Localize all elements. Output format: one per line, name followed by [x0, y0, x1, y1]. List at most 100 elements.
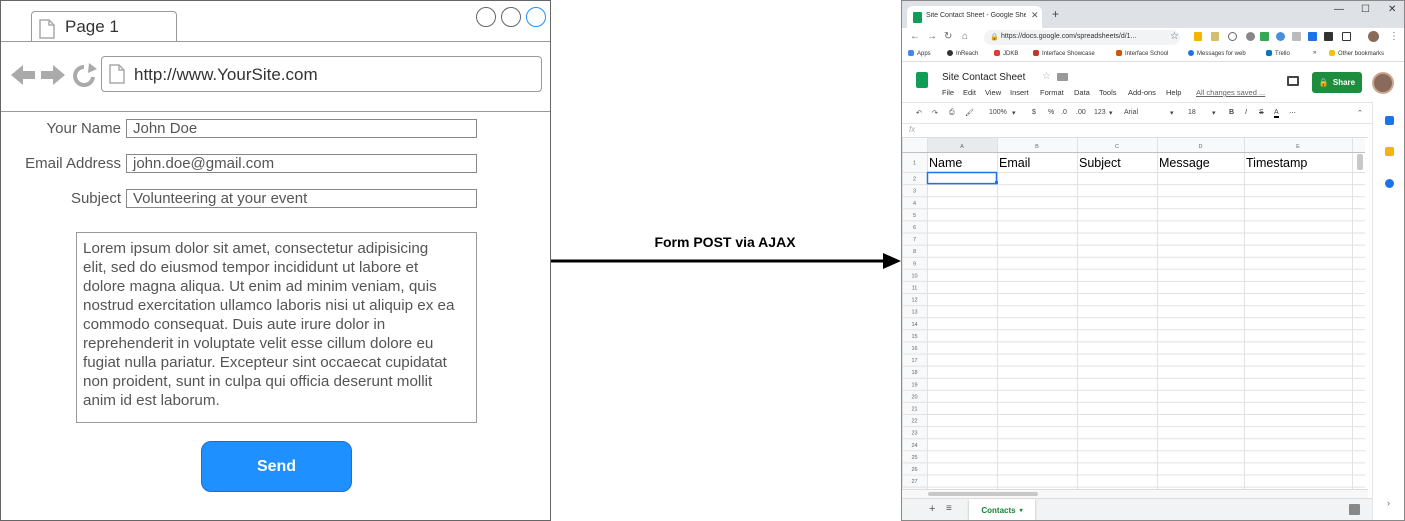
- star-icon[interactable]: ☆: [1170, 31, 1179, 42]
- header-cell[interactable]: Subject: [1079, 156, 1121, 170]
- more-formats-button[interactable]: 123: [1094, 109, 1106, 116]
- sheets-logo-icon[interactable]: [916, 72, 928, 88]
- bookmark-trello[interactable]: Trello: [1266, 50, 1290, 57]
- increase-decimal-button[interactable]: .00: [1076, 109, 1086, 116]
- bookmark-messages[interactable]: Messages for web: [1188, 50, 1246, 57]
- menu-view[interactable]: View: [985, 88, 1001, 97]
- undo-icon[interactable]: ↶: [916, 109, 922, 117]
- extension-icon[interactable]: [1308, 32, 1317, 41]
- menu-file[interactable]: File: [942, 88, 954, 97]
- bookmark-other[interactable]: Other bookmarks: [1329, 50, 1384, 57]
- font-select[interactable]: Arial: [1124, 109, 1138, 116]
- name-field[interactable]: John Doe: [126, 119, 477, 138]
- bookmark-jdkb[interactable]: JDKB: [994, 50, 1018, 57]
- bookmark-inreach[interactable]: InReach: [947, 50, 978, 57]
- row-number[interactable]: 23: [911, 431, 917, 437]
- extension-icon[interactable]: [1324, 32, 1333, 41]
- menu-help[interactable]: Help: [1166, 88, 1181, 97]
- currency-button[interactable]: $: [1032, 109, 1036, 116]
- column-header[interactable]: E: [1296, 144, 1300, 150]
- row-number[interactable]: 7: [913, 237, 916, 243]
- address-bar[interactable]: http://www.YourSite.com: [101, 56, 542, 92]
- share-button[interactable]: 🔒 Share: [1312, 72, 1362, 93]
- menu-edit[interactable]: Edit: [963, 88, 976, 97]
- row-number[interactable]: 2: [913, 177, 916, 183]
- row-number[interactable]: 26: [911, 467, 917, 473]
- row-number[interactable]: 21: [911, 406, 917, 412]
- row-number[interactable]: 6: [913, 225, 916, 231]
- chrome-tab[interactable]: Site Contact Sheet - Google Shee ✕: [907, 6, 1042, 28]
- extension-icon[interactable]: [1211, 32, 1219, 41]
- doc-title[interactable]: Site Contact Sheet: [942, 72, 1025, 83]
- formula-bar[interactable]: fx: [902, 124, 1368, 138]
- menu-data[interactable]: Data: [1074, 88, 1090, 97]
- font-size-select[interactable]: 18: [1188, 109, 1196, 116]
- back-arrow-icon[interactable]: [11, 65, 35, 85]
- menu-tools[interactable]: Tools: [1099, 88, 1117, 97]
- header-cell[interactable]: Timestamp: [1246, 156, 1307, 170]
- vertical-scroll-thumb[interactable]: [1357, 154, 1363, 170]
- folder-icon[interactable]: [1057, 73, 1068, 81]
- keep-icon[interactable]: [1385, 147, 1394, 156]
- row-number[interactable]: 1: [913, 161, 916, 167]
- more-icon[interactable]: ⋯: [1289, 109, 1296, 117]
- zoom-select[interactable]: 100%: [989, 109, 1007, 116]
- column-header[interactable]: A: [960, 144, 964, 150]
- add-sheet-icon[interactable]: +: [929, 503, 935, 515]
- decrease-decimal-button[interactable]: .0: [1061, 109, 1067, 116]
- save-status[interactable]: All changes saved ...: [1196, 88, 1265, 97]
- selected-cell[interactable]: [926, 171, 998, 185]
- row-number[interactable]: 3: [913, 189, 916, 195]
- email-field[interactable]: john.doe@gmail.com: [126, 154, 477, 173]
- maximize-icon[interactable]: ☐: [1361, 4, 1370, 15]
- text-color-button[interactable]: A: [1274, 109, 1279, 118]
- chrome-menu-icon[interactable]: ⋮: [1389, 31, 1399, 42]
- row-number[interactable]: 18: [911, 370, 917, 376]
- extension-icon[interactable]: [1342, 32, 1351, 41]
- row-number[interactable]: 4: [913, 201, 916, 207]
- avatar[interactable]: [1372, 72, 1394, 94]
- row-number[interactable]: 14: [911, 322, 917, 328]
- horizontal-scrollbar[interactable]: [902, 489, 1368, 498]
- spreadsheet-grid[interactable]: ABCDE 1 2 3 4 5 6 7 8 9 10 11 12 13 14 15 16 17 18 19 20 21 2…: [902, 138, 1365, 489]
- menu-insert[interactable]: Insert: [1010, 88, 1029, 97]
- window-control-icon[interactable]: [501, 7, 521, 27]
- extension-icon[interactable]: [1194, 32, 1202, 41]
- extension-icon[interactable]: [1292, 32, 1301, 41]
- row-number[interactable]: 10: [911, 273, 917, 279]
- row-number[interactable]: 20: [911, 394, 917, 400]
- minimize-icon[interactable]: —: [1334, 4, 1344, 15]
- extension-icon[interactable]: [1228, 32, 1237, 41]
- row-number[interactable]: 15: [911, 334, 917, 340]
- refresh-icon[interactable]: [73, 63, 97, 87]
- extension-icon[interactable]: [1276, 32, 1285, 41]
- extension-icon[interactable]: [1260, 32, 1269, 41]
- bookmark-apps[interactable]: Apps: [908, 50, 931, 57]
- print-icon[interactable]: ⎙: [949, 109, 955, 117]
- tasks-icon[interactable]: [1385, 179, 1394, 188]
- sheet-tab-contacts[interactable]: Contacts ▾: [969, 499, 1035, 520]
- row-number[interactable]: 9: [913, 261, 916, 267]
- bookmark-interface-school[interactable]: Interface School: [1116, 50, 1168, 57]
- reload-icon[interactable]: ↻: [944, 31, 952, 42]
- header-cell[interactable]: Email: [999, 156, 1030, 170]
- back-icon[interactable]: ←: [910, 31, 920, 42]
- row-number[interactable]: 13: [911, 310, 917, 316]
- row-number[interactable]: 5: [913, 213, 916, 219]
- column-header[interactable]: B: [1035, 144, 1039, 150]
- row-number[interactable]: 22: [911, 419, 917, 425]
- star-icon[interactable]: ☆: [1042, 71, 1051, 82]
- strikethrough-button[interactable]: S: [1259, 109, 1264, 116]
- close-tab-icon[interactable]: ✕: [1031, 10, 1039, 21]
- collapse-toolbar-icon[interactable]: ⌃: [1357, 109, 1363, 117]
- close-window-icon[interactable]: ✕: [1388, 4, 1396, 15]
- comments-icon[interactable]: [1287, 76, 1299, 86]
- menu-addons[interactable]: Add-ons: [1128, 88, 1156, 97]
- window-control-icon[interactable]: [476, 7, 496, 27]
- bookmarks-overflow[interactable]: »: [1313, 50, 1316, 56]
- chevron-right-icon[interactable]: ›: [1387, 498, 1390, 508]
- row-number[interactable]: 27: [911, 479, 917, 485]
- column-header[interactable]: C: [1115, 144, 1119, 150]
- bold-button[interactable]: B: [1229, 109, 1234, 116]
- extension-icon[interactable]: [1246, 32, 1255, 41]
